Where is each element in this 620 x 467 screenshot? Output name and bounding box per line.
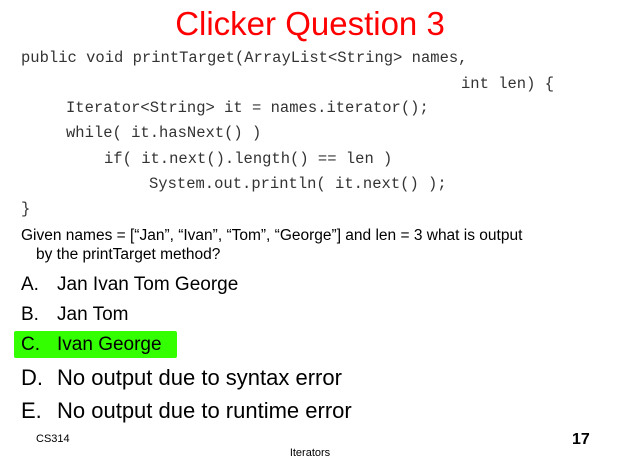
code-line: public void printTarget(ArrayList<String… — [21, 49, 468, 67]
question-line: Given names = [“Jan”, “Ivan”, “Tom”, “Ge… — [21, 227, 523, 244]
option-letter: B. — [21, 304, 39, 325]
question-text: Given names = [“Jan”, “Ivan”, “Tom”, “Ge… — [21, 226, 611, 264]
option-text: No output due to runtime error — [57, 398, 352, 423]
answer-option-c: C. Ivan George — [21, 331, 162, 359]
code-line: int len) { — [461, 75, 555, 93]
code-line: Iterator<String> it = names.iterator(); — [66, 99, 429, 117]
slide-title: Clicker Question 3 — [175, 5, 445, 42]
option-text: Jan Ivan Tom George — [57, 274, 239, 295]
option-letter: A. — [21, 274, 39, 295]
answer-option-e: E. No output due to runtime error — [21, 397, 352, 425]
option-letter: D. — [21, 365, 43, 390]
footer-topic: Iterators — [289, 447, 331, 459]
code-line: while( it.hasNext() ) — [66, 124, 262, 142]
option-text: Ivan George — [57, 334, 162, 355]
answer-option-b: B. Jan Tom — [21, 301, 128, 329]
option-text: Jan Tom — [57, 304, 129, 325]
question-line: by the printTarget method? — [36, 246, 221, 263]
option-text: No output due to syntax error — [57, 365, 342, 390]
code-line: System.out.println( it.next() ); — [149, 175, 447, 193]
option-letter: C. — [21, 334, 40, 355]
code-line: } — [21, 200, 31, 218]
answer-option-a: A. Jan Ivan Tom George — [21, 271, 238, 299]
code-line: if( it.next().length() == len ) — [104, 150, 393, 168]
answer-option-d: D. No output due to syntax error — [21, 364, 342, 392]
page-number: 17 — [572, 431, 590, 448]
option-letter: E. — [21, 398, 42, 423]
footer-course: CS314 — [36, 433, 70, 445]
